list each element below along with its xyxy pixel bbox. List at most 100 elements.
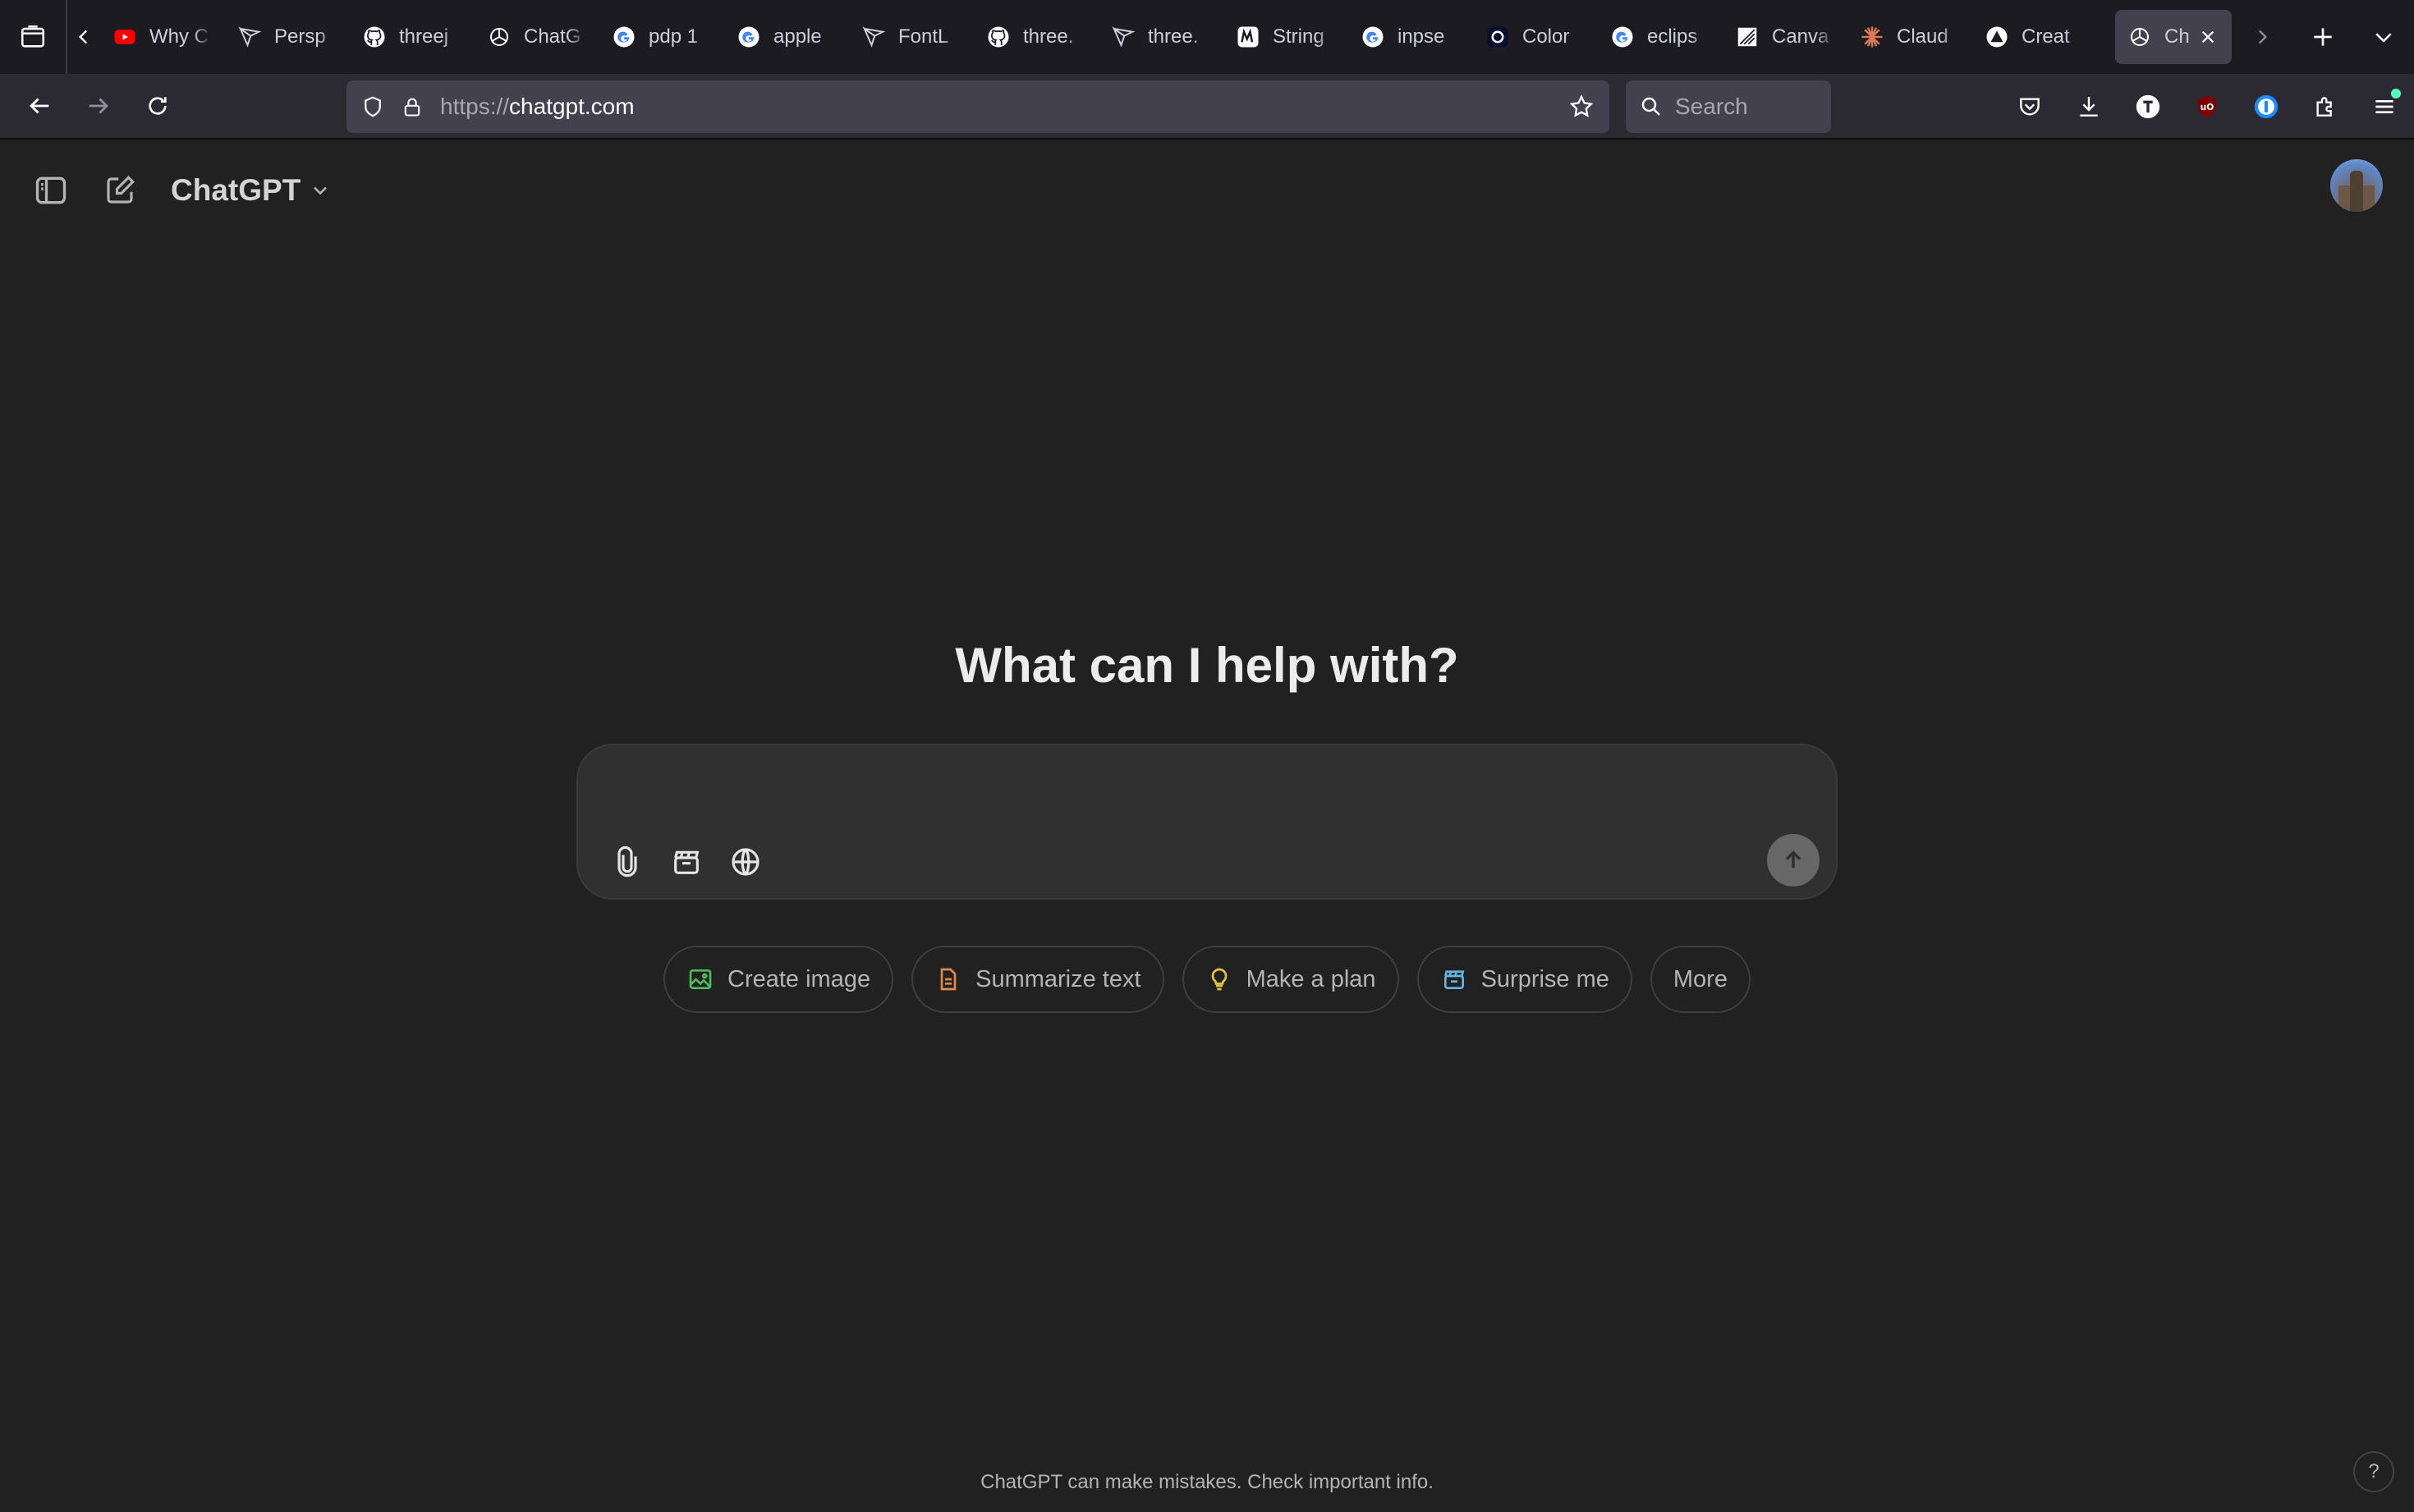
tools-button[interactable] (660, 836, 713, 888)
tab-item[interactable]: threej (350, 10, 475, 64)
claude-icon (1859, 24, 1885, 50)
chip-surprise-me[interactable]: Surprise me (1416, 946, 1632, 1013)
ublock-icon: uO (2198, 95, 2216, 118)
image-icon (686, 965, 714, 993)
lightbulb-icon (1205, 965, 1233, 993)
page-headline: What can I help with? (955, 638, 1459, 693)
tab-label: eclips (1647, 25, 1698, 48)
perplexity-icon (236, 24, 263, 50)
forward-button[interactable] (69, 73, 128, 139)
chevron-right-icon (2258, 30, 2268, 44)
chip-create-image[interactable]: Create image (663, 946, 894, 1013)
tab-item[interactable]: FontL (849, 10, 974, 64)
chip-more[interactable]: More (1650, 946, 1751, 1013)
tab-active[interactable]: Ch (2115, 10, 2232, 64)
ublock-button[interactable]: uO (2178, 74, 2237, 140)
scroll-tabs-right-button[interactable] (2232, 0, 2292, 74)
sidebar-icon (35, 176, 67, 204)
url-text[interactable]: https://chatgpt.com (440, 94, 1558, 120)
disclaimer-text: ChatGPT can make mistakes. Check importa… (980, 1471, 1434, 1493)
tab-item[interactable]: Claud (1847, 10, 1972, 64)
scroll-tabs-left-button[interactable] (67, 0, 100, 74)
tab-item[interactable]: ChatG (475, 10, 599, 64)
tab-overview-button[interactable] (0, 0, 67, 74)
tracking-protection-button[interactable] (350, 80, 396, 133)
tab-label: Creat (2022, 25, 2070, 48)
chip-summarize-text[interactable]: Summarize text (911, 946, 1164, 1013)
password-manager-button[interactable] (2237, 74, 2296, 140)
avatar[interactable] (2330, 159, 2383, 212)
chevron-left-icon (78, 30, 88, 44)
chip-label: Create image (727, 965, 871, 992)
list-all-tabs-button[interactable] (2353, 0, 2414, 74)
tab-label: Ch (2164, 25, 2190, 48)
document-icon (934, 965, 962, 993)
color-app-icon (1485, 24, 1511, 50)
chip-make-a-plan[interactable]: Make a plan (1182, 946, 1399, 1013)
google-icon (611, 24, 637, 50)
reload-button[interactable] (128, 73, 187, 139)
chip-label: More (1673, 965, 1728, 992)
app-menu-button[interactable] (2355, 74, 2414, 140)
tab-label: Why C (149, 25, 209, 48)
tab-label: three. (1023, 25, 1074, 48)
help-button[interactable]: ? (2353, 1451, 2394, 1492)
youtube-icon (112, 24, 138, 50)
message-composer[interactable] (576, 744, 1838, 900)
search-web-button[interactable] (719, 836, 772, 888)
tab-item[interactable]: Canva (1723, 10, 1847, 64)
tab-strip: Why C Persp threej ChatG pdp 1 apple FontL thre… (0, 0, 2414, 74)
extension-t-button[interactable] (2118, 74, 2178, 140)
search-icon (1641, 97, 1660, 116)
password-manager-icon (2254, 94, 2279, 119)
pocket-button[interactable] (2000, 74, 2059, 140)
m-logo-icon (1235, 24, 1261, 50)
globe-icon (732, 848, 760, 876)
close-tab-button[interactable] (2196, 25, 2220, 49)
extensions-button[interactable] (2296, 74, 2355, 140)
address-bar[interactable]: https://chatgpt.com (346, 80, 1609, 133)
tab-label: Color (1522, 25, 1570, 48)
tab-label: String (1273, 25, 1324, 48)
chevron-down-icon (314, 186, 328, 195)
back-button[interactable] (10, 73, 69, 139)
new-chat-button[interactable] (94, 164, 146, 217)
tab-item[interactable]: Why C (100, 10, 225, 64)
tab-item[interactable]: eclips (1598, 10, 1723, 64)
tab-item[interactable]: pdp 1 (599, 10, 724, 64)
tab-item[interactable]: inpse (1348, 10, 1473, 64)
chip-label: Make a plan (1246, 965, 1376, 992)
tab-label: Claud (1897, 25, 1948, 48)
site-info-button[interactable] (396, 80, 429, 133)
tab-item[interactable]: Creat (1972, 10, 2097, 64)
attach-file-button[interactable] (601, 836, 654, 888)
model-selector[interactable]: ChatGPT (171, 173, 332, 208)
url-protocol: https:// (440, 94, 510, 119)
arrow-left-icon (30, 98, 49, 114)
paperclip-icon (617, 845, 637, 877)
search-bar[interactable]: Search (1626, 80, 1831, 133)
new-tab-button[interactable] (2292, 0, 2353, 74)
tab-label: apple (773, 25, 822, 48)
tab-label: three. (1148, 25, 1199, 48)
compose-icon (107, 176, 135, 204)
send-button[interactable] (1767, 834, 1820, 887)
shield-icon (365, 96, 381, 117)
tab-item[interactable]: String (1223, 10, 1348, 64)
svg-text:uO: uO (2201, 102, 2214, 112)
toggle-sidebar-button[interactable] (25, 164, 77, 217)
openai-icon (2127, 24, 2153, 50)
tab-item[interactable]: three. (974, 10, 1099, 64)
chevron-down-icon (2375, 33, 2392, 43)
pocket-icon (2020, 98, 2040, 116)
chip-label: Surprise me (1480, 965, 1609, 992)
t-extension-icon (2136, 94, 2160, 119)
tab-item[interactable]: apple (724, 10, 849, 64)
tab-label: Persp (274, 25, 326, 48)
bookmark-page-button[interactable] (1558, 80, 1604, 133)
tab-label: ChatG (524, 25, 581, 48)
tab-item[interactable]: Persp (225, 10, 350, 64)
tab-item[interactable]: three. (1099, 10, 1223, 64)
tab-item[interactable]: Color (1473, 10, 1598, 64)
downloads-button[interactable] (2059, 74, 2118, 140)
